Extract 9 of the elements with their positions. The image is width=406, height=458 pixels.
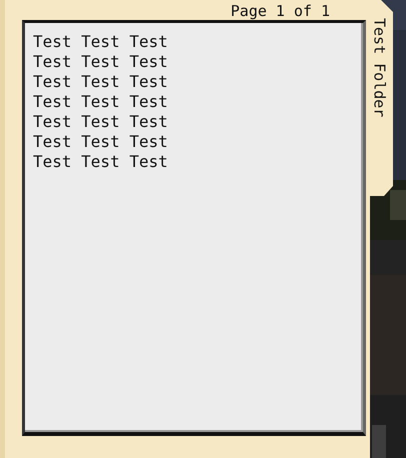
text-line: Test Test Test: [33, 52, 169, 72]
folder-tab-label: Test Folder: [370, 18, 388, 118]
text-line: Test Test Test: [33, 152, 169, 172]
text-line: Test Test Test: [33, 92, 169, 112]
text-line: Test Test Test: [33, 112, 169, 132]
page-indicator: Page 1 of 1: [230, 2, 330, 20]
text-line: Test Test Test: [33, 32, 169, 52]
text-line: Test Test Test: [33, 72, 169, 92]
text-line: Test Test Test: [33, 132, 169, 152]
